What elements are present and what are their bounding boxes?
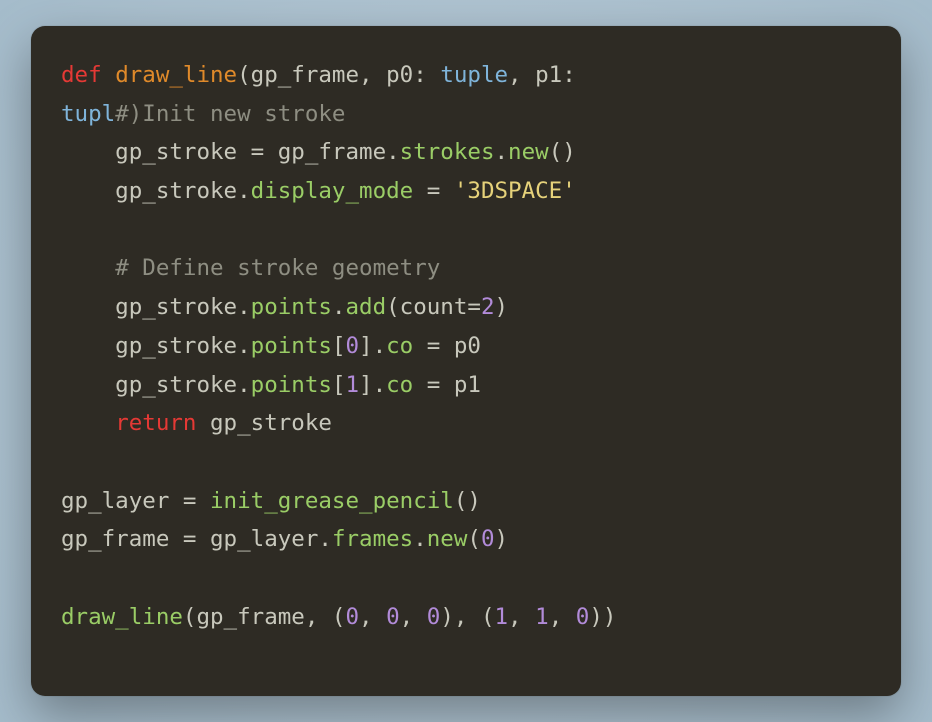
code-token: init_grease_pencil: [210, 488, 454, 514]
code-token: )): [589, 604, 616, 630]
code-token: =: [413, 178, 454, 204]
code-token: 0: [481, 526, 495, 552]
code-token: points: [251, 372, 332, 398]
code-token: :: [413, 62, 440, 88]
code-token: gp_frame: [251, 62, 359, 88]
code-token: # Define stroke geometry: [115, 255, 440, 281]
code-token: (: [237, 62, 251, 88]
code-token: :: [562, 62, 589, 88]
code-token: gp_stroke: [61, 294, 237, 320]
code-token: p0: [386, 62, 413, 88]
text-caret: [345, 99, 347, 124]
code-token: 1: [345, 372, 359, 398]
code-token: (: [183, 604, 197, 630]
code-token: .: [386, 139, 400, 165]
code-token: ,: [508, 604, 535, 630]
code-token: new: [508, 139, 549, 165]
code-token: (): [549, 139, 576, 165]
code-token: .: [495, 139, 509, 165]
code-token: ,: [359, 604, 386, 630]
code-token: p0: [454, 333, 481, 359]
code-token: [: [332, 372, 346, 398]
code-token: 1: [535, 604, 549, 630]
code-token: new: [427, 526, 468, 552]
code-token: .: [237, 372, 251, 398]
code-token: 0: [427, 604, 441, 630]
code-token: .: [318, 526, 332, 552]
code-token: =: [413, 333, 454, 359]
code-editor-card[interactable]: def draw_line(gp_frame, p0: tuple, p1: t…: [31, 26, 901, 696]
code-token: gp_frame: [278, 139, 386, 165]
code-token: .: [413, 526, 427, 552]
code-token: add: [345, 294, 386, 320]
code-token: .: [373, 333, 387, 359]
code-token: draw_line: [61, 604, 183, 630]
page-background: def draw_line(gp_frame, p0: tuple, p1: t…: [0, 0, 932, 722]
code-token: ,: [400, 604, 427, 630]
code-token: =: [183, 526, 210, 552]
code-token: p1: [535, 62, 562, 88]
code-token: .: [332, 294, 346, 320]
code-token: .: [373, 372, 387, 398]
code-token: '3DSPACE': [454, 178, 576, 204]
code-token: points: [251, 294, 332, 320]
code-token: gp_layer: [61, 488, 183, 514]
code-token: def: [61, 62, 115, 88]
code-token: draw_line: [115, 62, 237, 88]
code-token: , (: [305, 604, 346, 630]
code-token: =: [183, 488, 210, 514]
code-token: 1: [495, 604, 509, 630]
code-block[interactable]: def draw_line(gp_frame, p0: tuple, p1: t…: [61, 56, 871, 636]
code-token: 0: [386, 604, 400, 630]
code-token: ): [495, 526, 509, 552]
code-token: (: [386, 294, 400, 320]
code-token: tuple: [440, 62, 508, 88]
code-token: #)Init new stroke: [115, 101, 345, 127]
code-token: [61, 255, 115, 281]
code-token: 2: [481, 294, 495, 320]
code-token: tupl: [61, 101, 115, 127]
code-token: return: [115, 410, 196, 436]
code-token: p1: [454, 372, 481, 398]
code-token: 0: [345, 604, 359, 630]
code-token: gp_stroke: [196, 410, 331, 436]
code-token: gp_frame: [61, 526, 183, 552]
code-token: gp_layer: [210, 526, 318, 552]
code-token: co: [386, 372, 413, 398]
code-token: gp_stroke: [61, 372, 237, 398]
code-token: gp_stroke: [61, 178, 237, 204]
code-token: .: [237, 178, 251, 204]
code-token: ]: [359, 333, 373, 359]
code-token: 0: [345, 333, 359, 359]
code-token: =: [251, 139, 278, 165]
code-token: ), (: [440, 604, 494, 630]
code-token: 0: [576, 604, 590, 630]
code-token: .: [237, 333, 251, 359]
code-token: ,: [359, 62, 386, 88]
code-token: ]: [359, 372, 373, 398]
code-token: gp_stroke: [61, 139, 251, 165]
code-token: ,: [508, 62, 535, 88]
code-token: strokes: [400, 139, 495, 165]
code-token: ,: [549, 604, 576, 630]
code-token: frames: [332, 526, 413, 552]
code-token: =: [413, 372, 454, 398]
code-token: co: [386, 333, 413, 359]
code-token: display_mode: [251, 178, 414, 204]
code-token: =: [467, 294, 481, 320]
code-token: (: [467, 526, 481, 552]
code-token: .: [237, 294, 251, 320]
code-token: [: [332, 333, 346, 359]
code-token: points: [251, 333, 332, 359]
code-token: count: [400, 294, 468, 320]
code-token: ): [495, 294, 509, 320]
code-token: gp_frame: [196, 604, 304, 630]
code-token: (): [454, 488, 481, 514]
code-token: gp_stroke: [61, 333, 237, 359]
code-token: [61, 410, 115, 436]
